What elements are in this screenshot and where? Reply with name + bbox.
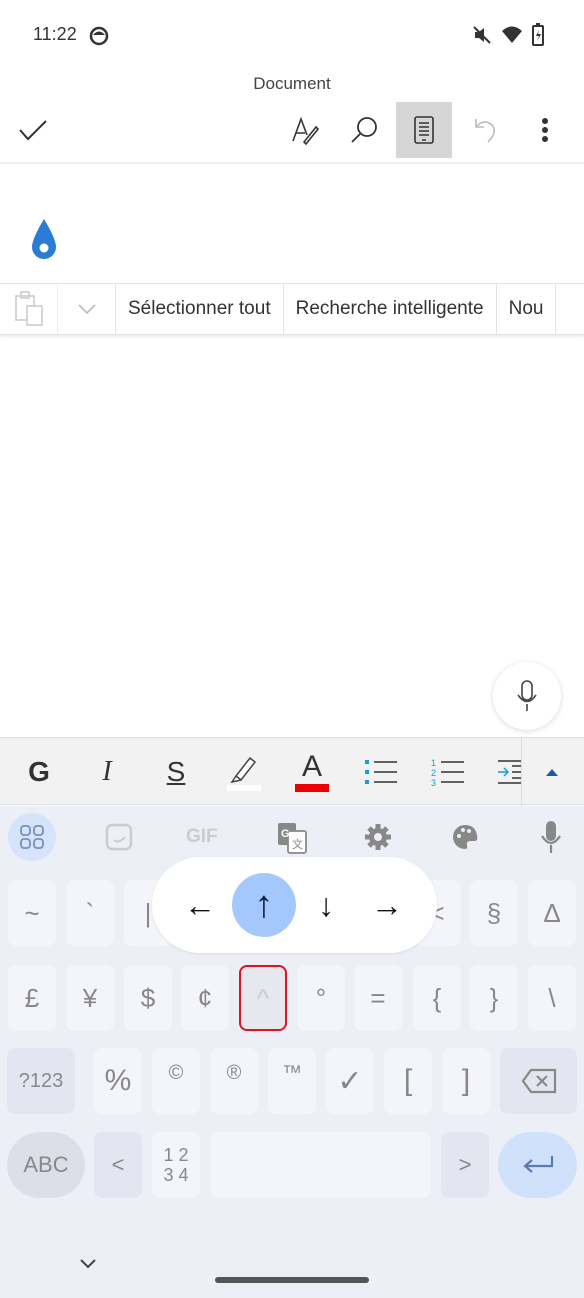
backspace-icon	[521, 1068, 556, 1094]
svg-text:2: 2	[431, 768, 436, 778]
abc-key[interactable]: ABC	[7, 1132, 85, 1198]
expand-toolbar-button[interactable]	[524, 738, 580, 806]
more-options-button[interactable]	[517, 102, 573, 158]
symbol-key[interactable]: £	[8, 965, 56, 1031]
search-button[interactable]	[336, 102, 392, 158]
backspace-key[interactable]	[500, 1048, 577, 1114]
cursor-right-key[interactable]: >	[441, 1132, 489, 1198]
arrow-right-key[interactable]: →	[355, 857, 419, 953]
dictate-button[interactable]	[493, 662, 561, 730]
translate-icon[interactable]: G文	[277, 822, 307, 854]
gif-button[interactable]: GIF	[186, 826, 218, 848]
symbol-key[interactable]: `	[66, 880, 114, 946]
smart-lookup-button[interactable]: Recherche intelligente	[284, 284, 497, 334]
bullet-list-button[interactable]	[353, 738, 409, 806]
done-button[interactable]	[5, 102, 61, 158]
check-icon	[19, 120, 47, 141]
italic-button[interactable]: I	[79, 738, 135, 806]
numpad-key[interactable]: 1 2 3 4	[152, 1132, 200, 1198]
svg-text:G: G	[281, 828, 290, 840]
undo-button[interactable]	[457, 102, 513, 158]
symbol-key[interactable]: ¢	[181, 965, 229, 1031]
arrow-down-key[interactable]: ↓	[294, 857, 358, 953]
arrow-up-key[interactable]: ↑	[232, 873, 296, 937]
font-color-swatch	[295, 784, 329, 792]
header-divider	[0, 162, 584, 164]
arrow-key-popup: ← ↑ ↓ →	[152, 857, 437, 953]
sticker-icon[interactable]	[105, 823, 135, 853]
clipboard-icon	[14, 291, 43, 326]
wifi-icon	[502, 26, 522, 43]
symbol-key[interactable]: ~	[8, 880, 56, 946]
symbol-key[interactable]: }	[470, 965, 518, 1031]
mute-icon	[473, 26, 491, 44]
symbol-key[interactable]: ©	[152, 1048, 200, 1114]
apps-icon	[20, 825, 44, 849]
highlighter-icon	[227, 756, 261, 791]
voice-input-icon[interactable]	[540, 820, 562, 854]
symbol-key[interactable]: °	[297, 965, 345, 1031]
keyboard-apps-button[interactable]	[8, 813, 56, 861]
symbol-key[interactable]: \	[528, 965, 576, 1031]
indent-button[interactable]	[488, 738, 522, 806]
reading-view-button[interactable]	[396, 102, 452, 158]
font-color-label: A	[301, 750, 322, 783]
new-comment-button[interactable]: Nou	[497, 284, 557, 334]
symbol-key[interactable]: [	[384, 1048, 432, 1114]
enter-icon	[522, 1156, 553, 1173]
toolbar-divider	[521, 738, 522, 806]
symbol-key[interactable]: ✓	[326, 1048, 374, 1114]
caret-up-icon	[546, 769, 558, 776]
highlight-button[interactable]	[216, 738, 272, 806]
symbol-key[interactable]: ^	[239, 965, 287, 1031]
symbol-key[interactable]: $	[124, 965, 172, 1031]
numbered-list-button[interactable]: 123	[420, 738, 476, 806]
symbol-key[interactable]: ¥	[66, 965, 114, 1031]
format-toolbar: G I S A 123	[0, 737, 584, 806]
document-title: Document	[253, 74, 331, 93]
status-time: 11:22	[33, 24, 77, 44]
draw-button[interactable]	[277, 102, 333, 158]
svg-text:文: 文	[292, 837, 303, 851]
bold-button[interactable]: G	[11, 738, 67, 806]
symbol-key[interactable]: ®	[210, 1048, 258, 1114]
face-icon	[89, 26, 109, 46]
indent-icon	[498, 760, 522, 784]
svg-text:3: 3	[431, 778, 436, 787]
battery-charging-icon	[532, 23, 544, 46]
symbol-key[interactable]: {	[413, 965, 461, 1031]
undo-icon	[475, 119, 496, 143]
settings-icon[interactable]	[364, 823, 392, 851]
symbol-key[interactable]: Δ	[528, 880, 576, 946]
numbered-list-icon: 123	[431, 758, 464, 787]
font-color-button[interactable]: A	[284, 738, 340, 806]
underline-button[interactable]: S	[148, 738, 204, 806]
chevron-down-icon	[77, 304, 96, 314]
symbol-key[interactable]: §	[470, 880, 518, 946]
symbol-key[interactable]: ™	[268, 1048, 316, 1114]
draw-icon	[292, 116, 320, 145]
cursor-handle-icon[interactable]	[29, 217, 59, 261]
cursor-left-key[interactable]: <	[94, 1132, 142, 1198]
palette-icon[interactable]	[451, 823, 479, 851]
paste-button[interactable]	[0, 284, 58, 334]
svg-text:1: 1	[431, 758, 436, 768]
symbols-key[interactable]: ?123	[7, 1048, 75, 1114]
select-all-button[interactable]: Sélectionner tout	[116, 284, 284, 334]
paste-options-button[interactable]	[58, 284, 116, 334]
search-icon	[351, 117, 377, 143]
space-key[interactable]	[210, 1132, 431, 1198]
symbol-key[interactable]: =	[354, 965, 402, 1031]
symbol-key[interactable]: %	[94, 1048, 142, 1114]
context-menu: Sélectionner tout Recherche intelligente…	[0, 283, 584, 335]
more-icon	[542, 118, 548, 142]
mic-icon	[517, 680, 537, 711]
enter-key[interactable]	[498, 1132, 577, 1198]
hide-keyboard-icon[interactable]	[80, 1259, 96, 1269]
symbol-key[interactable]: ]	[442, 1048, 490, 1114]
arrow-left-key[interactable]: ←	[168, 857, 232, 953]
reading-view-icon	[414, 116, 434, 144]
home-indicator[interactable]	[215, 1277, 369, 1283]
bullet-list-icon	[365, 760, 397, 784]
